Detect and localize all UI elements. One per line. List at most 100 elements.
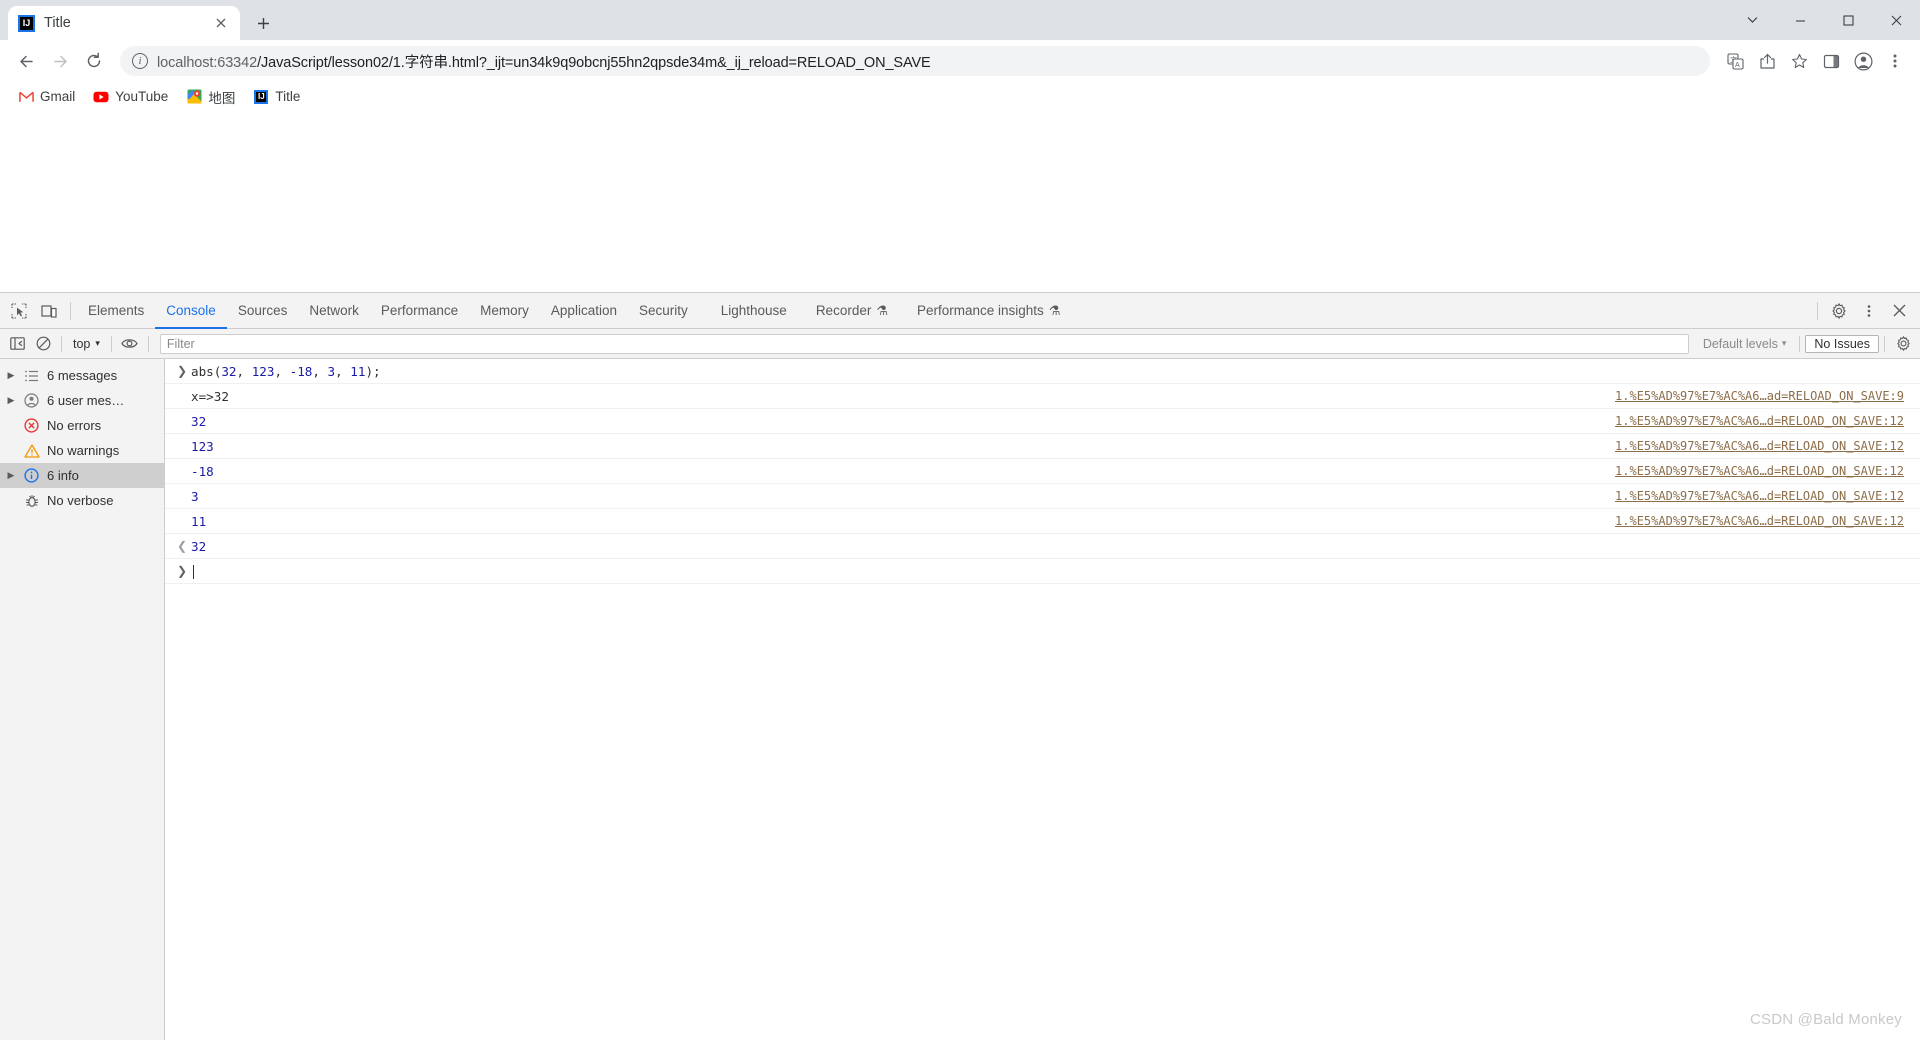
console-row-log[interactable]: 32 1.%E5%AD%97%E7%AC%A6…d=RELOAD_ON_SAVE…	[165, 409, 1920, 434]
window-close-icon[interactable]	[1872, 0, 1920, 40]
console-row-log[interactable]: 123 1.%E5%AD%97%E7%AC%A6…d=RELOAD_ON_SAV…	[165, 434, 1920, 459]
forward-arrow-icon[interactable]	[44, 45, 76, 77]
filter-input[interactable]: Filter	[159, 333, 1689, 354]
tab-console[interactable]: Console	[155, 293, 227, 329]
error-icon	[23, 418, 40, 433]
url-path: /JavaScript/lesson02/1.字符串.html?_ijt=un3…	[257, 54, 931, 71]
translate-icon[interactable]: 文 A	[1720, 46, 1750, 76]
tab-recorder[interactable]: Recorder ⚗	[798, 293, 899, 329]
tab-label: Security	[638, 303, 688, 318]
sidebar-item-user-messages[interactable]: ▶ 6 user mes…	[0, 388, 164, 413]
sidebar-item-messages[interactable]: ▶ 6 messages	[0, 363, 164, 388]
output-caret-icon: ❮	[176, 539, 188, 553]
bookmark-maps[interactable]: 地图	[178, 84, 243, 110]
watermark: CSDN @Bald Monkey	[1749, 1011, 1902, 1028]
page-info-icon[interactable]: i	[132, 53, 148, 69]
intellij-idea-icon: IJ	[18, 14, 35, 32]
tab-label: Console	[166, 303, 216, 318]
settings-gear-icon[interactable]	[1825, 297, 1853, 325]
live-expression-eye-icon[interactable]	[117, 331, 143, 357]
toolbar-divider	[1799, 335, 1801, 352]
maximize-icon[interactable]	[1824, 0, 1872, 40]
console-row-log[interactable]: 3 1.%E5%AD%97%E7%AC%A6…d=RELOAD_ON_SAVE:…	[165, 484, 1920, 509]
bookmark-star-icon[interactable]	[1784, 46, 1814, 76]
tab-performance[interactable]: Performance	[370, 293, 469, 329]
tab-label: Sources	[237, 303, 288, 318]
list-icon	[23, 370, 40, 382]
console-row-input[interactable]: ❯ abs(32, 123, -18, 3, 11);	[165, 359, 1920, 384]
bookmark-label: Title	[275, 89, 301, 104]
source-link[interactable]: 1.%E5%AD%97%E7%AC%A6…d=RELOAD_ON_SAVE:12	[1615, 489, 1904, 503]
console-row-log[interactable]: -18 1.%E5%AD%97%E7%AC%A6…d=RELOAD_ON_SAV…	[165, 459, 1920, 484]
tab-performance-insights[interactable]: Performance insights ⚗	[899, 293, 1071, 329]
expand-arrow-icon[interactable]: ▶	[6, 395, 16, 406]
sidebar-item-label: 6 info	[47, 468, 79, 483]
reload-icon[interactable]	[78, 45, 110, 77]
warning-icon	[23, 443, 40, 458]
console-prompt-row[interactable]: ❯	[165, 559, 1920, 584]
console-row-output[interactable]: ❮ 32	[165, 534, 1920, 559]
more-menu-icon[interactable]	[1880, 46, 1910, 76]
tab-strip: IJ Title	[0, 0, 1920, 40]
sidebar-item-warnings[interactable]: No warnings	[0, 438, 164, 463]
intellij-idea-icon: IJ	[253, 89, 269, 105]
tab-label: Performance insights	[917, 303, 1044, 318]
console-prompt-input[interactable]	[191, 563, 1920, 579]
console-log-area[interactable]: ❯ abs(32, 123, -18, 3, 11); x=>32 1.%E5%…	[165, 359, 1920, 1040]
more-options-icon[interactable]	[1855, 297, 1883, 325]
execution-context-selector[interactable]: top ▾	[67, 335, 106, 353]
tab-lighthouse[interactable]: Lighthouse	[699, 293, 798, 329]
console-input-expression: abs(32, 123, -18, 3, 11);	[191, 363, 381, 379]
devtools-panel: Elements Console Sources Network Perform…	[0, 292, 1920, 1040]
source-link[interactable]: 1.%E5%AD%97%E7%AC%A6…d=RELOAD_ON_SAVE:12	[1615, 514, 1904, 528]
context-label: top	[73, 336, 91, 351]
expand-arrow-icon[interactable]: ▶	[6, 470, 16, 481]
source-link[interactable]: 1.%E5%AD%97%E7%AC%A6…d=RELOAD_ON_SAVE:12	[1615, 464, 1904, 478]
browser-tab[interactable]: IJ Title	[8, 6, 240, 40]
sidebar-item-label: No warnings	[47, 443, 120, 458]
back-arrow-icon[interactable]	[10, 45, 42, 77]
sidebar-item-errors[interactable]: No errors	[0, 413, 164, 438]
console-settings-gear-icon[interactable]	[1890, 331, 1916, 357]
toolbar-divider	[1817, 301, 1818, 320]
console-sidebar-toggle-icon[interactable]	[4, 331, 30, 357]
close-devtools-icon[interactable]	[1885, 297, 1913, 325]
tab-label: Performance	[380, 303, 459, 318]
tab-label: Recorder	[815, 303, 872, 318]
profile-avatar-icon[interactable]	[1848, 46, 1878, 76]
tab-memory[interactable]: Memory	[469, 293, 540, 329]
console-row-log[interactable]: x=>32 1.%E5%AD%97%E7%AC%A6…ad=RELOAD_ON_…	[165, 384, 1920, 409]
console-row-log[interactable]: 11 1.%E5%AD%97%E7%AC%A6…d=RELOAD_ON_SAVE…	[165, 509, 1920, 534]
close-icon[interactable]	[212, 14, 230, 32]
sidebar-item-verbose[interactable]: No verbose	[0, 488, 164, 513]
tab-sources[interactable]: Sources	[227, 293, 299, 329]
new-tab-button[interactable]	[246, 6, 280, 40]
inspect-element-icon[interactable]	[5, 297, 33, 325]
source-link[interactable]: 1.%E5%AD%97%E7%AC%A6…d=RELOAD_ON_SAVE:12	[1615, 439, 1904, 453]
device-toolbar-icon[interactable]	[35, 297, 63, 325]
tab-elements[interactable]: Elements	[77, 293, 155, 329]
page-viewport	[0, 112, 1920, 300]
side-panel-icon[interactable]	[1816, 46, 1846, 76]
log-levels-dropdown[interactable]: Default levels ▾	[1695, 337, 1795, 351]
sidebar-item-label: No verbose	[47, 493, 114, 508]
source-link[interactable]: 1.%E5%AD%97%E7%AC%A6…ad=RELOAD_ON_SAVE:9	[1615, 389, 1904, 403]
issues-button[interactable]: No Issues	[1805, 334, 1879, 353]
console-return-value: 32	[191, 538, 207, 554]
tab-network[interactable]: Network	[298, 293, 370, 329]
tab-security[interactable]: Security	[628, 293, 699, 329]
clear-console-icon[interactable]	[30, 331, 56, 357]
window-controls	[1728, 0, 1920, 40]
chevron-down-icon[interactable]	[1728, 0, 1776, 40]
bookmark-title[interactable]: IJ Title	[245, 86, 308, 108]
source-link[interactable]: 1.%E5%AD%97%E7%AC%A6…d=RELOAD_ON_SAVE:12	[1615, 414, 1904, 428]
bookmark-gmail[interactable]: Gmail	[10, 86, 83, 108]
sidebar-item-info[interactable]: ▶ 6 info	[0, 463, 164, 488]
share-icon[interactable]	[1752, 46, 1782, 76]
expand-arrow-icon[interactable]: ▶	[6, 370, 16, 381]
toolbar-divider	[70, 301, 71, 320]
bookmark-youtube[interactable]: YouTube	[85, 86, 176, 108]
address-bar[interactable]: i localhost:63342/JavaScript/lesson02/1.…	[120, 46, 1710, 76]
tab-application[interactable]: Application	[540, 293, 628, 329]
minimize-icon[interactable]	[1776, 0, 1824, 40]
